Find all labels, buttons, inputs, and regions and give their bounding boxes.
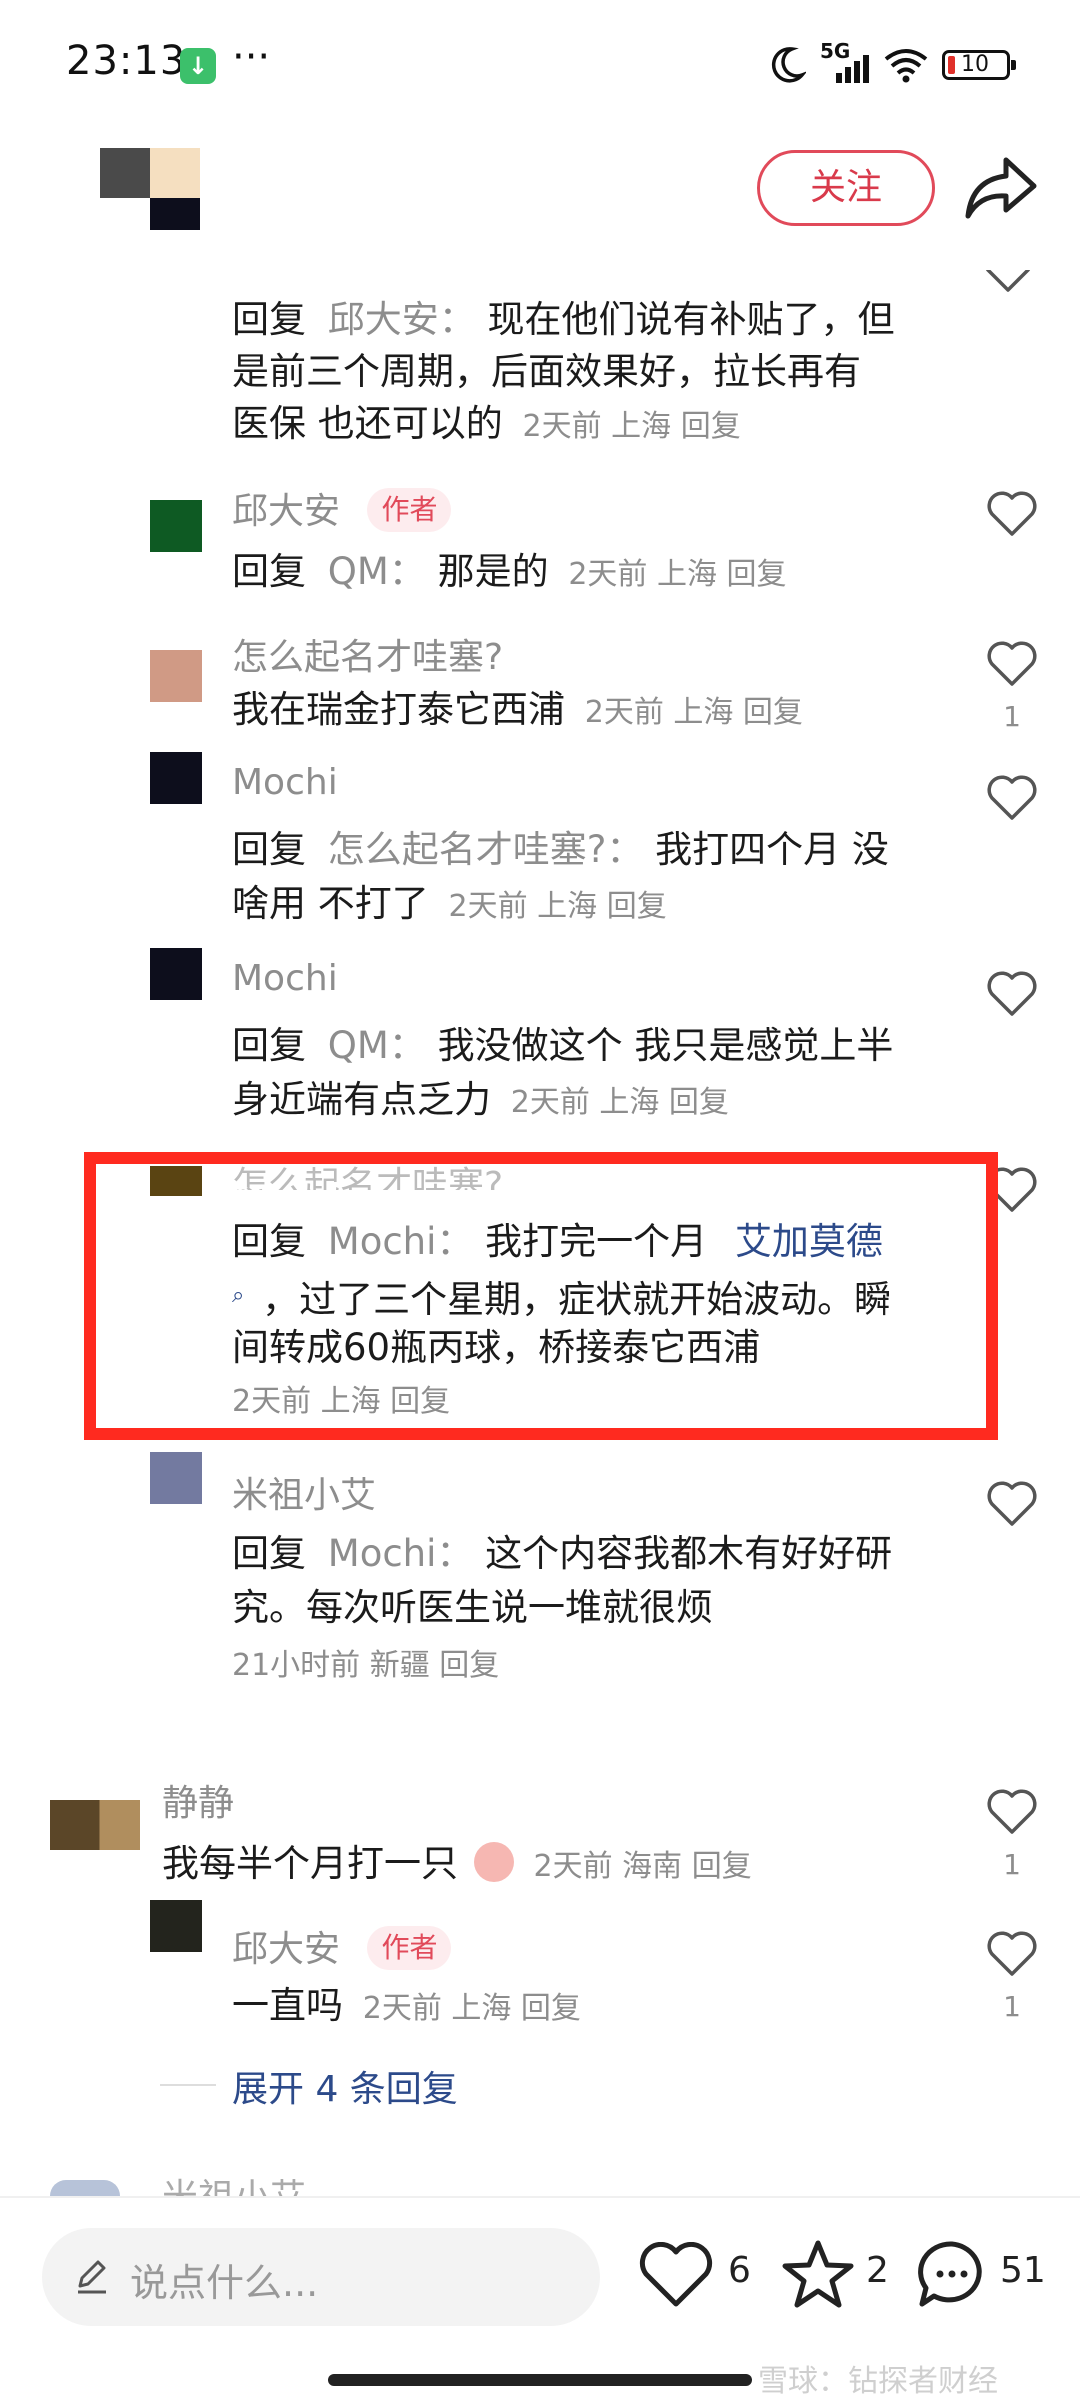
commenter-name[interactable]: 邱大安: [232, 491, 340, 532]
like-count-total: 6: [728, 2250, 751, 2291]
comment-count: 51: [1000, 2250, 1046, 2291]
battery-icon: 10: [942, 50, 1016, 80]
comment-meta[interactable]: 2天前 上海 回复: [449, 889, 667, 924]
comment-text: 一直吗: [232, 1984, 343, 2027]
commenter-name[interactable]: 静静: [162, 1774, 234, 1826]
heart-icon[interactable]: [986, 640, 1038, 688]
network-type: 5G: [820, 39, 851, 63]
reply-to-name[interactable]: 邱大安：: [328, 298, 476, 341]
avatar[interactable]: [50, 2180, 120, 2196]
status-icons: 5G 10: [768, 39, 1016, 90]
heart-icon[interactable]: [986, 970, 1038, 1018]
comment-meta[interactable]: 2天前 上海 回复: [523, 409, 741, 444]
comment-meta[interactable]: 2天前 上海 回复: [568, 557, 786, 592]
avatar[interactable]: [150, 1452, 202, 1504]
like-count: 1: [1003, 1990, 1021, 2023]
commenter-name[interactable]: 米祖小艾: [232, 1466, 376, 1518]
scroll-mask: [0, 230, 1080, 270]
reply-prefix: 回复: [232, 1532, 306, 1575]
reply-prefix: 回复: [232, 550, 306, 593]
reply-to-name[interactable]: QM：: [328, 550, 426, 593]
comment-text: 我每半个月打一只: [162, 1842, 458, 1885]
comment-meta[interactable]: 2天前 海南 回复: [534, 1849, 752, 1884]
comment-text: 身近端有点乏力: [232, 1078, 491, 1121]
comment-meta[interactable]: 2天前 上海 回复: [511, 1085, 729, 1120]
like-count: 1: [1003, 700, 1021, 733]
comment-text: 是前三个周期，后面效果好，拉长再有: [232, 350, 861, 393]
moon-icon: [771, 47, 806, 83]
reply-to-name[interactable]: Mochi：: [328, 1532, 474, 1575]
reply-prefix: 回复: [232, 1024, 306, 1067]
star-icon[interactable]: [780, 2238, 856, 2312]
commenter-name[interactable]: 怎么起名才哇塞?: [232, 628, 503, 680]
comment-text: 我在瑞金打泰它西浦: [232, 688, 565, 731]
commenter-name[interactable]: 邱大安: [232, 1929, 340, 1970]
follow-button[interactable]: 关注: [757, 150, 935, 226]
reply-to-name[interactable]: QM：: [328, 1024, 426, 1067]
avatar[interactable]: [150, 948, 202, 1000]
heart-icon[interactable]: [986, 1480, 1038, 1528]
comment-bubble-icon[interactable]: [914, 2238, 990, 2312]
status-bar: 23:13 ↓ ··· 5G 10: [0, 0, 1080, 130]
comment-text: 我没做这个 我只是感觉上半: [437, 1024, 894, 1067]
status-time: 23:13: [66, 38, 187, 84]
heart-icon[interactable]: [986, 1788, 1038, 1836]
comment-text: 现在他们说有补贴了，但: [487, 298, 895, 341]
commenter-name[interactable]: Mochi: [232, 958, 338, 999]
pen-icon: [78, 2260, 106, 2294]
avatar[interactable]: [50, 1800, 140, 1850]
heart-icon[interactable]: [986, 490, 1038, 538]
emoji-sticker-icon: [473, 1842, 514, 1882]
reply-prefix: 回复: [232, 828, 306, 871]
comment-text: 这个内容我都木有好好研: [485, 1532, 893, 1575]
bottom-action-bar: 说点什么... 6 2 51 雪球：钻探者财经: [0, 2196, 1080, 2400]
divider: [160, 2084, 216, 2086]
comment-text: 我打四个月 没: [655, 828, 889, 871]
like-count: 1: [1003, 1848, 1021, 1881]
heart-icon[interactable]: [986, 774, 1038, 822]
watermark: 雪球：钻探者财经: [758, 2364, 998, 2399]
commenter-name[interactable]: 米祖小艾: [162, 2168, 306, 2196]
comment-text: 那是的: [437, 550, 549, 593]
comment-text: 啥用 不打了: [232, 882, 429, 925]
comment-meta[interactable]: 21小时前 新疆 回复: [232, 1640, 499, 1692]
commenter-name[interactable]: Mochi: [232, 762, 338, 803]
download-notification-icon: ↓: [180, 48, 216, 84]
wifi-icon: [884, 49, 928, 83]
more-notifications-icon: ···: [232, 34, 271, 80]
battery-level: 10: [961, 52, 989, 77]
avatar[interactable]: [150, 752, 202, 804]
like-icon[interactable]: [638, 2242, 714, 2310]
share-icon[interactable]: [960, 152, 1040, 226]
highlight-annotation-box: [84, 1152, 998, 1440]
signal-icon: 5G: [820, 39, 870, 85]
reply-prefix: 回复: [232, 298, 306, 341]
avatar[interactable]: [150, 1900, 202, 1952]
heart-icon[interactable]: [986, 1930, 1038, 1978]
author-badge: 作者: [367, 1926, 452, 1970]
expand-replies-link[interactable]: 展开 4 条回复: [232, 2060, 458, 2112]
author-badge: 作者: [367, 488, 452, 532]
comment-input-placeholder: 说点什么...: [130, 2261, 319, 2305]
avatar[interactable]: [150, 500, 202, 552]
comment-text: 究。每次听医生说一堆就很烦: [232, 1586, 713, 1629]
comment-input[interactable]: 说点什么...: [42, 2228, 600, 2326]
reply-to-name[interactable]: 怎么起名才哇塞?：: [328, 828, 644, 871]
comment-text: 医保 也还可以的: [232, 402, 503, 445]
comment-meta[interactable]: 2天前 上海 回复: [585, 695, 803, 730]
avatar[interactable]: [150, 650, 202, 702]
comment-meta[interactable]: 2天前 上海 回复: [363, 1991, 581, 2026]
home-indicator[interactable]: [328, 2374, 752, 2386]
favorite-count: 2: [866, 2250, 889, 2291]
